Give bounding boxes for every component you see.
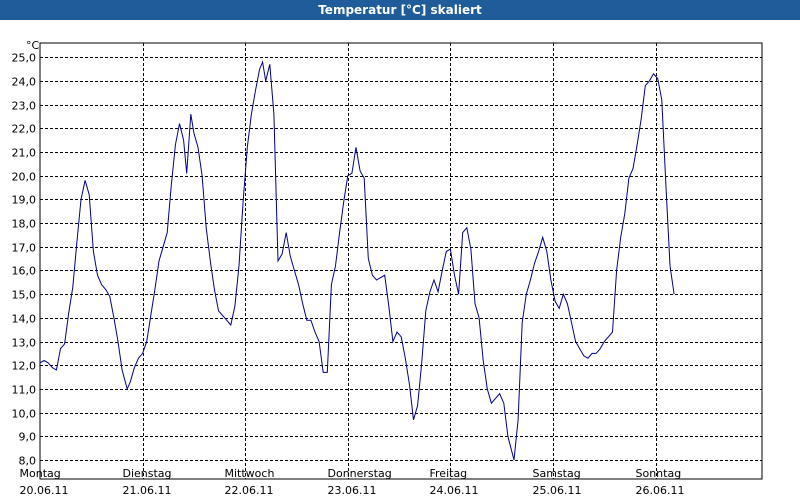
y-tick-label: 19,0 xyxy=(12,194,37,207)
x-tick-date-label: 25.06.11 xyxy=(533,484,582,497)
chart-window: Temperatur [°C] skaliert 8,0 9,0 10,0 11,0 1… xyxy=(0,0,800,500)
x-tick-day-label: Montag xyxy=(20,467,61,480)
x-tick-date-label: 21.06.11 xyxy=(123,484,172,497)
y-tick-label: 8,0 xyxy=(19,455,37,468)
y-tick-label: 20,0 xyxy=(12,171,37,184)
y-tick-label: 22,0 xyxy=(12,123,37,136)
x-tick-day-label: Sonntag xyxy=(636,467,682,480)
x-tick-day-label: Donnerstag xyxy=(328,467,392,480)
y-tick-label: 12,0 xyxy=(12,360,37,373)
y-tick-label: 15,0 xyxy=(12,289,37,302)
y-tick-label: 24,0 xyxy=(12,76,37,89)
x-tick-date-label: 20.06.11 xyxy=(20,484,69,497)
y-tick-label: 21,0 xyxy=(12,147,37,160)
x-tick-day-label: Samstag xyxy=(533,467,581,480)
x-tick-day-label: Mittwoch xyxy=(225,467,275,480)
y-tick-label: 13,0 xyxy=(12,337,37,350)
y-axis-labels: 8,0 9,0 10,0 11,0 12,0 13,0 14,0 15,0 16,0 17,0 18… xyxy=(12,52,37,468)
y-tick-label: 9,0 xyxy=(19,431,37,444)
x-tick-date-label: 26.06.11 xyxy=(636,484,685,497)
x-tick-day-label: Freitag xyxy=(430,467,468,480)
y-tick-label: 17,0 xyxy=(12,242,37,255)
y-tick-label: 10,0 xyxy=(12,408,37,421)
y-tick-label: 23,0 xyxy=(12,100,37,113)
x-tick-date-label: 24.06.11 xyxy=(430,484,479,497)
y-axis-unit: °C xyxy=(26,39,40,52)
y-tick-label: 14,0 xyxy=(12,313,37,326)
temperature-chart: 8,0 9,0 10,0 11,0 12,0 13,0 14,0 15,0 16,0 17,0 18… xyxy=(12,39,763,497)
y-tick-label: 11,0 xyxy=(12,384,37,397)
window-title: Temperatur [°C] skaliert xyxy=(0,0,800,20)
x-tick-date-label: 23.06.11 xyxy=(328,484,377,497)
y-tick-label: 25,0 xyxy=(12,52,37,65)
x-tick-day-label: Dienstag xyxy=(123,467,172,480)
y-tick-label: 18,0 xyxy=(12,218,37,231)
y-tick-label: 16,0 xyxy=(12,265,37,278)
x-tick-date-label: 22.06.11 xyxy=(225,484,274,497)
